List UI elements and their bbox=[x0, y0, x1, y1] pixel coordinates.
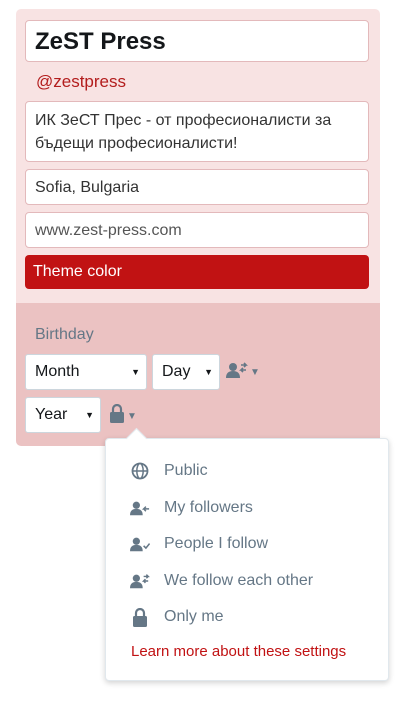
profile-fields-section: ZeST Press @zestpress ИК ЗеСТ Прес - от … bbox=[16, 9, 380, 303]
chevron-down-icon: ▼ bbox=[85, 410, 94, 420]
privacy-option-following[interactable]: People I follow bbox=[130, 535, 268, 553]
chevron-down-icon: ▼ bbox=[250, 367, 260, 378]
birthday-label: Birthday bbox=[35, 326, 94, 343]
learn-more-link[interactable]: Learn more about these settings bbox=[131, 643, 346, 660]
theme-color-button[interactable]: Theme color bbox=[25, 255, 369, 289]
privacy-option-label: Only me bbox=[164, 608, 224, 625]
year-select[interactable]: Year ▼ bbox=[25, 397, 101, 433]
handle-text: @zestpress bbox=[36, 72, 127, 91]
privacy-option-followers[interactable]: My followers bbox=[130, 499, 253, 517]
globe-icon bbox=[130, 462, 150, 480]
lock-icon bbox=[130, 607, 150, 627]
website-field[interactable]: www.zest-press.com bbox=[25, 212, 369, 248]
month-select[interactable]: Month ▼ bbox=[25, 354, 147, 390]
location-field[interactable]: Sofia, Bulgaria bbox=[25, 169, 369, 205]
privacy-option-public[interactable]: Public bbox=[130, 462, 208, 480]
bio-field[interactable]: ИК ЗеСТ Прес - от професионалисти за бъд… bbox=[25, 101, 369, 162]
followers-icon bbox=[130, 499, 150, 517]
privacy-option-label: People I follow bbox=[164, 535, 269, 552]
privacy-option-only-me[interactable]: Only me bbox=[130, 607, 224, 627]
lock-icon bbox=[109, 403, 125, 428]
month-day-privacy-toggle[interactable]: ▼ bbox=[226, 362, 260, 383]
day-select[interactable]: Day ▼ bbox=[152, 354, 220, 390]
month-select-value: Month bbox=[35, 363, 80, 380]
chevron-down-icon: ▼ bbox=[204, 367, 213, 377]
following-icon bbox=[130, 535, 150, 553]
privacy-dropdown: Public My followers People I follow We f… bbox=[105, 427, 389, 681]
profile-edit-card: ZeST Press @zestpress ИК ЗеСТ Прес - от … bbox=[16, 9, 380, 446]
chevron-down-icon: ▼ bbox=[131, 367, 140, 377]
chevron-down-icon: ▼ bbox=[127, 410, 137, 422]
day-select-value: Day bbox=[162, 363, 191, 380]
privacy-option-label: My followers bbox=[164, 499, 253, 516]
year-select-value: Year bbox=[35, 406, 68, 423]
name-field[interactable]: ZeST Press bbox=[25, 20, 369, 62]
mutual-follow-icon bbox=[226, 362, 248, 383]
year-privacy-toggle[interactable]: ▼ bbox=[109, 403, 137, 428]
privacy-option-label: We follow each other bbox=[164, 572, 314, 589]
privacy-option-label: Public bbox=[164, 462, 208, 479]
privacy-option-mutual[interactable]: We follow each other bbox=[130, 572, 313, 590]
mutual-follow-icon bbox=[130, 572, 150, 590]
